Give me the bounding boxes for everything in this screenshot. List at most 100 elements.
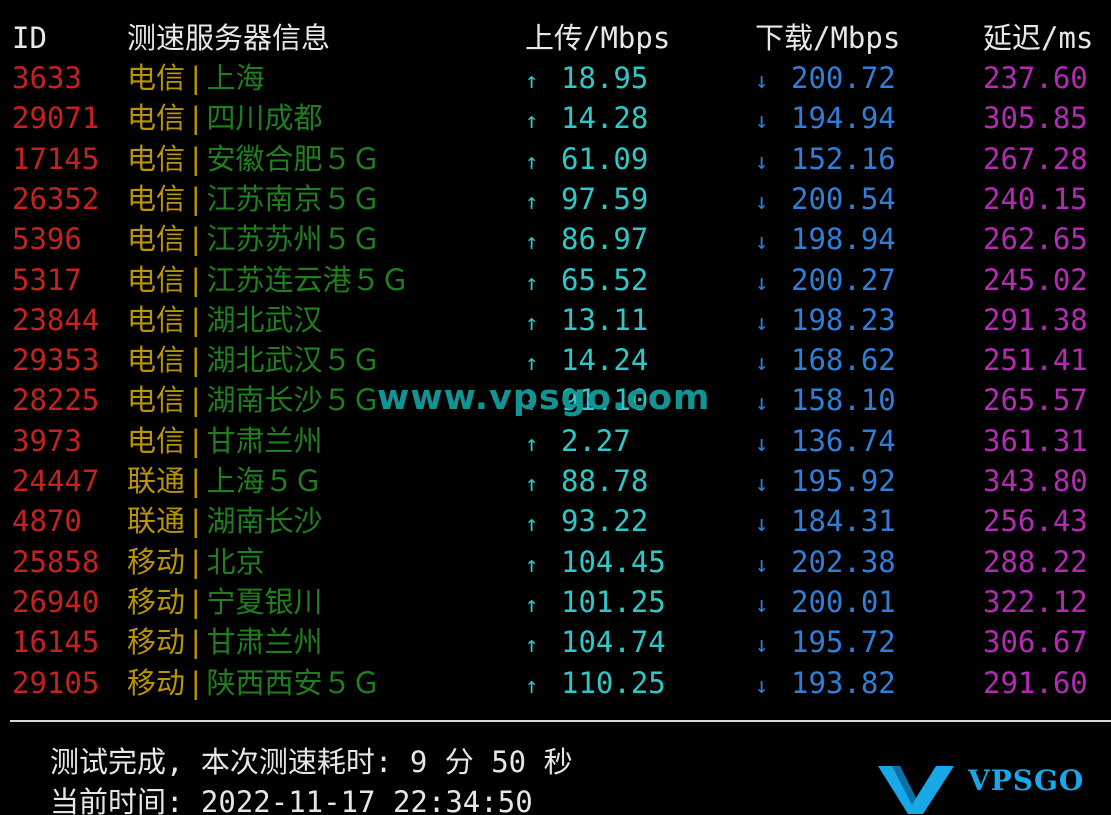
server-location: 湖南长沙５Ｇ [206,383,381,418]
download-value: 202.38 [791,544,896,579]
server-location: 江苏连云港５Ｇ [206,262,410,297]
server-location: 甘肃兰州 [206,423,323,458]
download-value: 200.27 [791,262,896,297]
isp-name: 移动 [127,584,186,619]
upload-value: 2.27 [561,423,631,458]
header-server-info: 测速服务器信息 [127,21,331,55]
server-id: 5317 [12,262,82,297]
server-location: 上海５Ｇ [206,464,323,498]
upload-speed: ↑ 65.52 [525,260,648,304]
down-arrow-icon: ↓ [755,673,769,699]
separator: | [187,101,205,136]
latency-value: 361.31 [983,423,1088,458]
table-header: ID 测速服务器信息 上传/Mbps 下载/Mbps 延迟/ms [0,18,1111,58]
header-download: 下载/Mbps [755,21,901,55]
download-speed: ↓ 195.92 [755,461,896,505]
upload-value: 93.22 [561,504,649,539]
server-location: 宁夏银川 [206,584,323,619]
download-speed: ↓ 202.38 [755,542,896,586]
latency-value: 322.12 [983,584,1088,619]
down-arrow-icon: ↓ [755,633,769,659]
upload-value: 97.59 [561,181,649,216]
server-info: 电信|江苏南京５Ｇ [127,179,381,219]
upload-speed: ↑ 101.25 [525,582,666,626]
server-id: 23844 [12,302,100,337]
download-speed: ↓ 200.54 [755,179,896,223]
download-speed: ↓ 168.62 [755,340,896,384]
separator: | [187,584,205,619]
table-row: 29353 电信|湖北武汉５Ｇ ↑ 14.24 ↓ 168.62 251.41 [0,340,1111,380]
server-location: 湖北武汉５Ｇ [206,343,381,378]
latency-value: 256.43 [983,504,1088,539]
table-row: 4870 联通|湖南长沙 ↑ 93.22 ↓ 184.31 256.43 [0,501,1111,541]
server-id: 5396 [12,222,82,257]
server-location: 安徽合肥５Ｇ [206,141,381,176]
separator: | [187,625,205,660]
server-id: 24447 [12,464,100,498]
down-arrow-icon: ↓ [755,351,769,377]
download-speed: ↓ 193.82 [755,663,896,707]
isp-name: 电信 [127,101,186,136]
upload-value: 104.74 [561,625,666,660]
server-id: 4870 [12,504,82,539]
server-info: 移动|北京 [127,542,265,582]
down-arrow-icon: ↓ [755,189,769,215]
upload-speed: ↑ 88.78 [525,461,648,505]
latency-value: 306.67 [983,625,1088,660]
isp-name: 电信 [127,343,186,378]
upload-speed: ↑ 104.45 [525,542,666,586]
download-speed: ↓ 184.31 [755,501,896,545]
table-row: 3973 电信|甘肃兰州 ↑ 2.27 ↓ 136.74 361.31 [0,421,1111,461]
upload-speed: ↑ 61.09 [525,139,648,183]
server-id: 3633 [12,61,82,95]
server-info: 电信|湖北武汉 [127,300,323,340]
up-arrow-icon: ↑ [525,149,539,175]
upload-speed: ↑ 93.22 [525,501,648,545]
server-location: 湖南长沙 [206,504,323,539]
server-info: 电信|甘肃兰州 [127,421,323,461]
up-arrow-icon: ↑ [525,69,539,94]
isp-name: 电信 [127,222,186,257]
server-id: 28225 [12,383,100,418]
isp-name: 电信 [127,423,186,458]
up-arrow-icon: ↑ [525,552,539,578]
upload-value: 110.25 [561,665,666,700]
isp-name: 电信 [127,302,186,337]
download-value: 200.01 [791,584,896,619]
server-location: 湖北武汉 [206,302,323,337]
table-row: 26940 移动|宁夏银川 ↑ 101.25 ↓ 200.01 322.12 [0,582,1111,622]
table-row: 25858 移动|北京 ↑ 104.45 ↓ 202.38 288.22 [0,542,1111,582]
server-id: 26940 [12,584,100,619]
download-value: 193.82 [791,665,896,700]
server-id: 25858 [12,544,100,579]
upload-value: 13.11 [561,302,649,337]
isp-name: 电信 [127,383,186,418]
up-arrow-icon: ↑ [525,633,539,659]
latency-value: 267.28 [983,141,1088,176]
upload-speed: ↑ 110.25 [525,663,666,707]
down-arrow-icon: ↓ [755,472,769,497]
upload-value: 65.52 [561,262,649,297]
latency-value: 343.80 [983,464,1088,498]
server-info: 移动|甘肃兰州 [127,622,323,662]
upload-speed: ↑ 18.95 [525,58,648,102]
separator: | [187,302,205,337]
isp-name: 电信 [127,141,186,176]
server-id: 26352 [12,181,100,216]
upload-speed: ↑ 2.27 [525,421,631,465]
server-info: 移动|陕西西安５Ｇ [127,663,381,703]
server-info: 电信|上海 [127,58,265,98]
separator: | [187,504,205,539]
up-arrow-icon: ↑ [525,270,539,296]
download-value: 198.94 [791,222,896,257]
download-value: 200.54 [791,181,896,216]
upload-speed: ↑ 14.28 [525,98,648,142]
divider [10,720,1111,722]
table-row: 17145 电信|安徽合肥５Ｇ ↑ 61.09 ↓ 152.16 267.28 [0,139,1111,179]
isp-name: 电信 [127,262,186,297]
download-speed: ↓ 198.23 [755,300,896,344]
separator: | [187,222,205,257]
upload-speed: ↑ 97.59 [525,179,648,223]
terminal-window: ID 测速服务器信息 上传/Mbps 下载/Mbps 延迟/ms 3633 电信|… [0,0,1111,815]
latency-value: 262.65 [983,222,1088,257]
